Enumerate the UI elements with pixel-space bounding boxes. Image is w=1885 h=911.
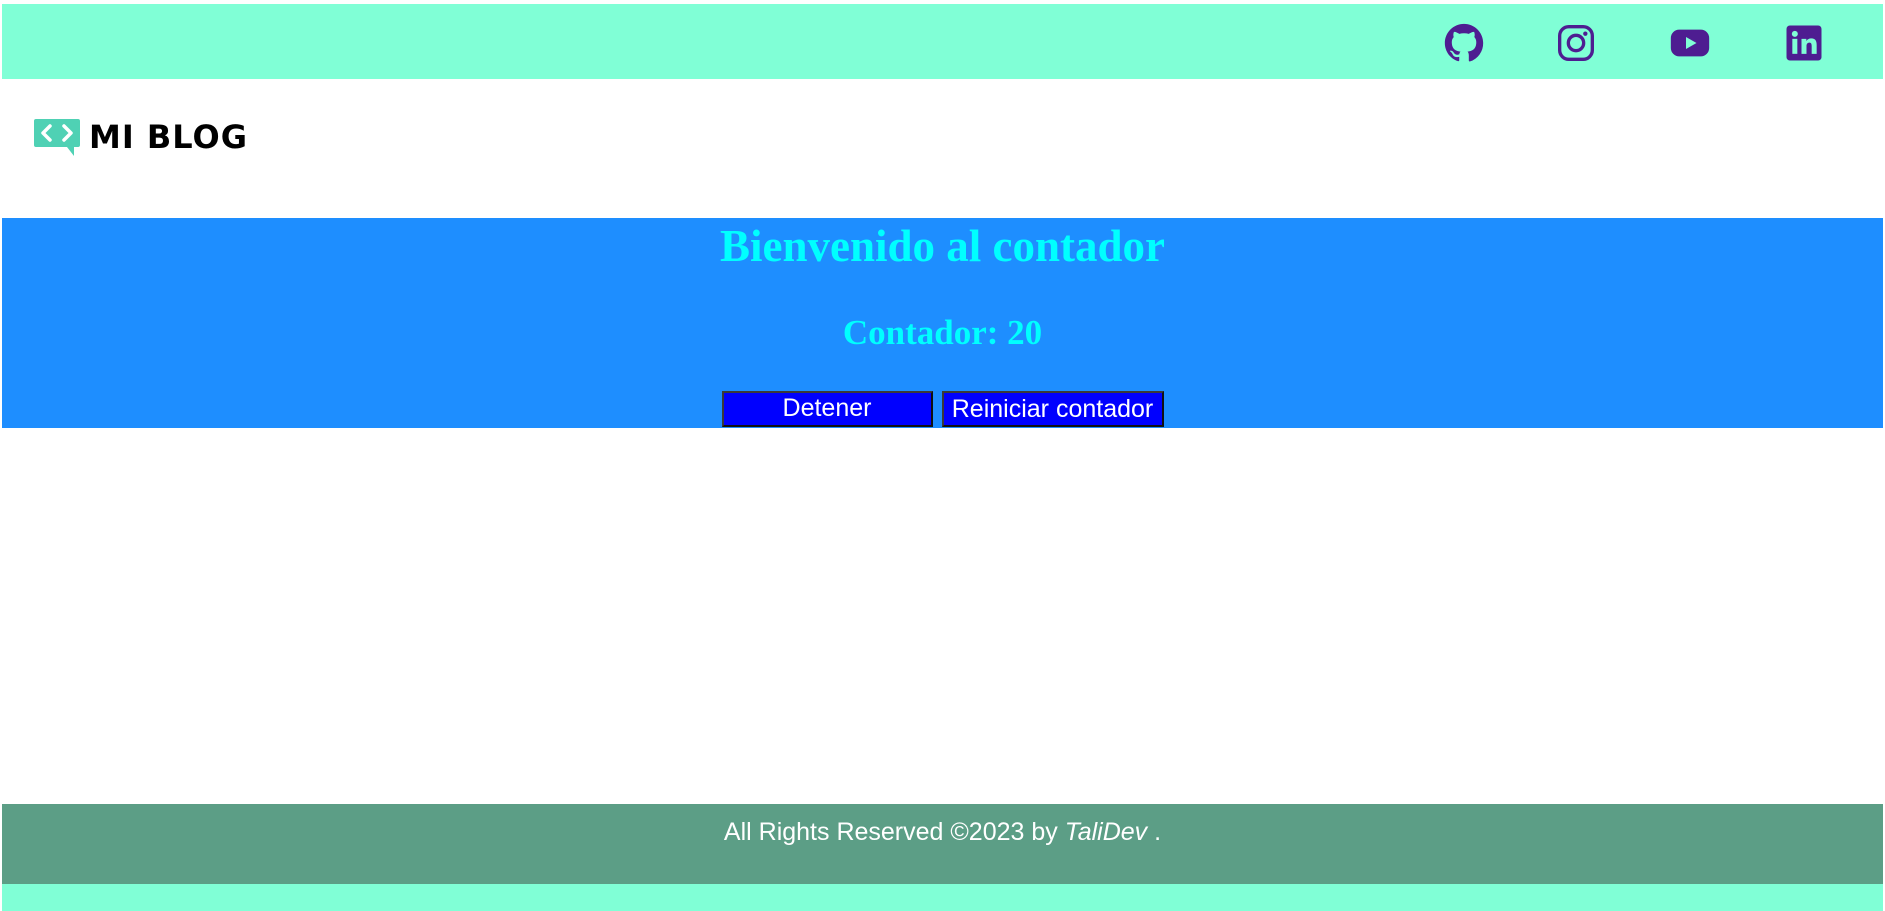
- counter-title: Bienvenido al contador: [719, 221, 1166, 271]
- code-chat-bubble-icon: [34, 119, 80, 156]
- copyright-suffix: .: [1147, 818, 1162, 846]
- copyright-text: All Rights Reserved ©2023 by TaliDev .: [2, 817, 1883, 847]
- stop-counter-button[interactable]: Detener contador: [721, 391, 933, 452]
- instagram-link[interactable]: [1556, 23, 1596, 63]
- instagram-icon: [1558, 25, 1595, 62]
- bottom-bar: [2, 884, 1883, 911]
- site-brand[interactable]: MI BLOG: [32, 117, 248, 157]
- github-icon: [1444, 23, 1484, 62]
- counter-value: Contador: 20: [842, 313, 1043, 352]
- reset-counter-button[interactable]: Reiniciar contador: [941, 391, 1164, 427]
- counter-section: Bienvenido al contador Contador: 20 Dete…: [2, 218, 1883, 452]
- author-name: TaliDev: [1064, 818, 1148, 846]
- linkedin-link[interactable]: [1784, 23, 1824, 63]
- page: MI BLOG Bienvenido al contador Contador:…: [0, 0, 1885, 911]
- copyright-prefix: All Rights Reserved ©2023 by: [723, 818, 1065, 846]
- brand-name: MI BLOG: [89, 118, 248, 156]
- footer: All Rights Reserved ©2023 by TaliDev .: [2, 804, 1883, 884]
- youtube-link[interactable]: [1670, 23, 1710, 63]
- youtube-icon: [1670, 29, 1710, 57]
- counter-buttons: Detener contador Reiniciar contador: [2, 391, 1883, 452]
- social-topbar: [2, 4, 1883, 79]
- linkedin-icon: [1786, 25, 1822, 61]
- github-link[interactable]: [1444, 23, 1484, 63]
